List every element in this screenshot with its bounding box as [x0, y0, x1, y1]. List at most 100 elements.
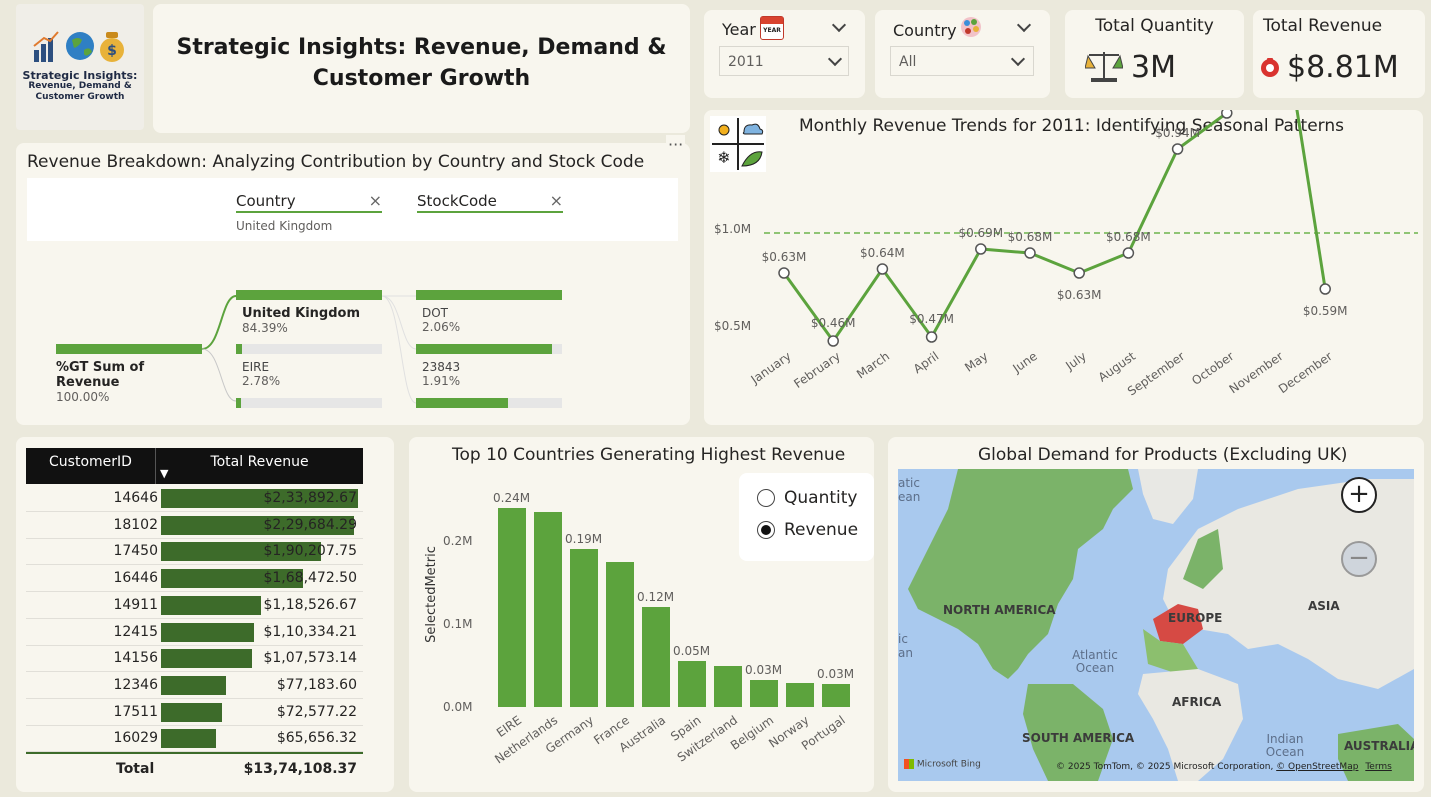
logo-caption-3: Customer Growth [35, 92, 125, 102]
table-row[interactable]: 17511 $72,577.22 [26, 699, 363, 726]
table-row[interactable]: 14911 $1,18,526.67 [26, 592, 363, 619]
data-label: $0.64M [860, 246, 905, 260]
data-label: $0.59M [1303, 304, 1348, 318]
x-tick-label: January [748, 349, 794, 387]
radio-quantity[interactable] [757, 489, 775, 507]
world-map[interactable]: NORTH AMERICA EUROPE ASIA AFRICA SOUTH A… [898, 469, 1414, 781]
decomp-node-level1[interactable]: United Kingdom 84.39% [236, 290, 382, 335]
column-header-customerid[interactable]: CustomerID [26, 454, 155, 470]
data-point[interactable] [925, 331, 938, 343]
table-row[interactable]: 16029 $65,656.32 [26, 725, 363, 753]
cell-customer-id: 17450 [113, 543, 158, 560]
table-row[interactable]: 12415 $1,10,334.21 [26, 619, 363, 646]
y-axis-title: SelectedMetric [423, 546, 439, 643]
data-point[interactable] [876, 263, 889, 275]
kpi-quantity-title: Total Quantity [1095, 16, 1214, 36]
x-tick-label: November [1227, 349, 1286, 396]
table-row[interactable]: 17450 $1,90,207.75 [26, 538, 363, 566]
data-point[interactable] [827, 335, 839, 347]
monthly-revenue-card: ❄ Monthly Revenue Trends for 2011: Ident… [704, 110, 1423, 425]
data-label: $0.63M [762, 250, 807, 264]
data-point[interactable] [1073, 267, 1085, 279]
radio-quantity-label[interactable]: Quantity [784, 488, 857, 508]
label-africa: AFRICA [1172, 695, 1222, 709]
decomp-root-node[interactable]: %GT Sum of Revenue 100.00% [56, 344, 202, 404]
year-slicer: Year YEAR 2011 [704, 10, 865, 98]
bar[interactable] [786, 682, 814, 707]
data-point[interactable] [778, 267, 790, 279]
table-row[interactable]: 14156 $1,07,573.14 [26, 645, 363, 673]
revenue-series-line [782, 110, 1327, 344]
zoom-out-button[interactable]: − [1341, 541, 1377, 577]
cell-customer-id: 16446 [113, 570, 158, 587]
kpi-revenue-title: Total Revenue [1263, 16, 1383, 36]
cell-revenue: $77,183.60 [276, 676, 357, 693]
bar[interactable] [822, 683, 850, 707]
bar[interactable] [678, 661, 706, 707]
bar[interactable] [714, 665, 742, 707]
data-point[interactable] [1319, 283, 1331, 295]
collapse-chevron-icon[interactable] [831, 17, 847, 33]
year-slicer-label: Year [722, 20, 756, 39]
decomposition-tree-card: Revenue Breakdown: Analyzing Contributio… [16, 135, 690, 425]
decomp-node-level2[interactable]: DOT 2.06% [416, 290, 562, 334]
data-label: $0.68M [1106, 230, 1151, 244]
data-point[interactable] [1221, 110, 1233, 119]
table-row[interactable]: 16446 $1,68,472.50 [26, 565, 363, 593]
terms-link[interactable]: Terms [1365, 762, 1392, 772]
country-dropdown[interactable]: All [890, 46, 1034, 76]
bar[interactable] [750, 679, 778, 707]
money-bag-icon [1261, 58, 1279, 77]
osm-link[interactable]: © OpenStreetMap [1276, 762, 1358, 772]
country-dropdown-value: All [899, 54, 917, 70]
table-row[interactable]: 12346 $77,183.60 [26, 672, 363, 699]
decomp-node-level2[interactable] [416, 398, 562, 408]
logo-caption-1: Strategic Insights: [22, 69, 138, 82]
data-point[interactable] [975, 243, 987, 255]
country-slicer: Country All [875, 10, 1050, 98]
bar[interactable] [642, 607, 670, 707]
data-label: 0.03M [817, 666, 855, 681]
cell-customer-id: 18102 [113, 516, 158, 533]
logo-caption-2: Revenue, Demand & [28, 81, 132, 91]
table-row[interactable]: 18102 $2,29,684.29 [26, 512, 363, 539]
zoom-in-button[interactable]: + [1341, 477, 1377, 513]
bar[interactable] [498, 507, 526, 707]
cell-revenue: $72,577.22 [276, 703, 357, 720]
data-label: $0.47M [909, 312, 954, 326]
table-row[interactable]: 14646 $2,33,892.67 [26, 485, 363, 512]
cell-revenue: $1,10,334.21 [263, 623, 357, 640]
cell-databar [161, 702, 223, 722]
country-slicer-label: Country [893, 21, 957, 40]
decomp-node-level1[interactable]: EIRE 2.78% [236, 344, 382, 388]
bar[interactable] [606, 561, 634, 707]
data-point[interactable] [1122, 247, 1135, 259]
cell-revenue: $65,656.32 [276, 730, 357, 747]
data-label: $0.63M [1057, 288, 1102, 302]
cell-customer-id: 17511 [113, 703, 158, 720]
cell-customer-id: 12346 [113, 676, 158, 693]
data-point[interactable] [1024, 247, 1036, 259]
kpi-revenue-value: $8.81M [1287, 50, 1399, 85]
data-point[interactable] [1171, 143, 1184, 155]
decomp-node-value: 2.06% [422, 320, 461, 334]
cell-customer-id: 14911 [113, 596, 158, 613]
decomp-node-value: 2.78% [242, 374, 281, 388]
column-header-revenue[interactable]: Total Revenue [156, 454, 363, 470]
top-countries-card: Top 10 Countries Generating Highest Reve… [409, 437, 874, 792]
table-header: CustomerID Total Revenue ▼ [26, 448, 363, 484]
page-title-line2: Customer Growth [312, 66, 531, 91]
cell-customer-id: 12415 [113, 623, 158, 640]
cell-revenue: $1,90,207.75 [263, 543, 357, 560]
year-dropdown[interactable]: 2011 [719, 46, 849, 76]
radio-revenue[interactable] [757, 521, 775, 539]
radio-revenue-label[interactable]: Revenue [784, 520, 858, 540]
bar[interactable] [570, 549, 598, 707]
collapse-chevron-icon[interactable] [1016, 17, 1032, 33]
cell-databar [161, 649, 252, 669]
bar[interactable] [534, 511, 562, 707]
decomp-node-level1-more[interactable] [236, 398, 382, 408]
total-label: Total [116, 761, 155, 777]
sort-descending-icon[interactable]: ▼ [160, 467, 168, 480]
decomp-node-level2[interactable]: 23843 1.91% [416, 344, 562, 388]
